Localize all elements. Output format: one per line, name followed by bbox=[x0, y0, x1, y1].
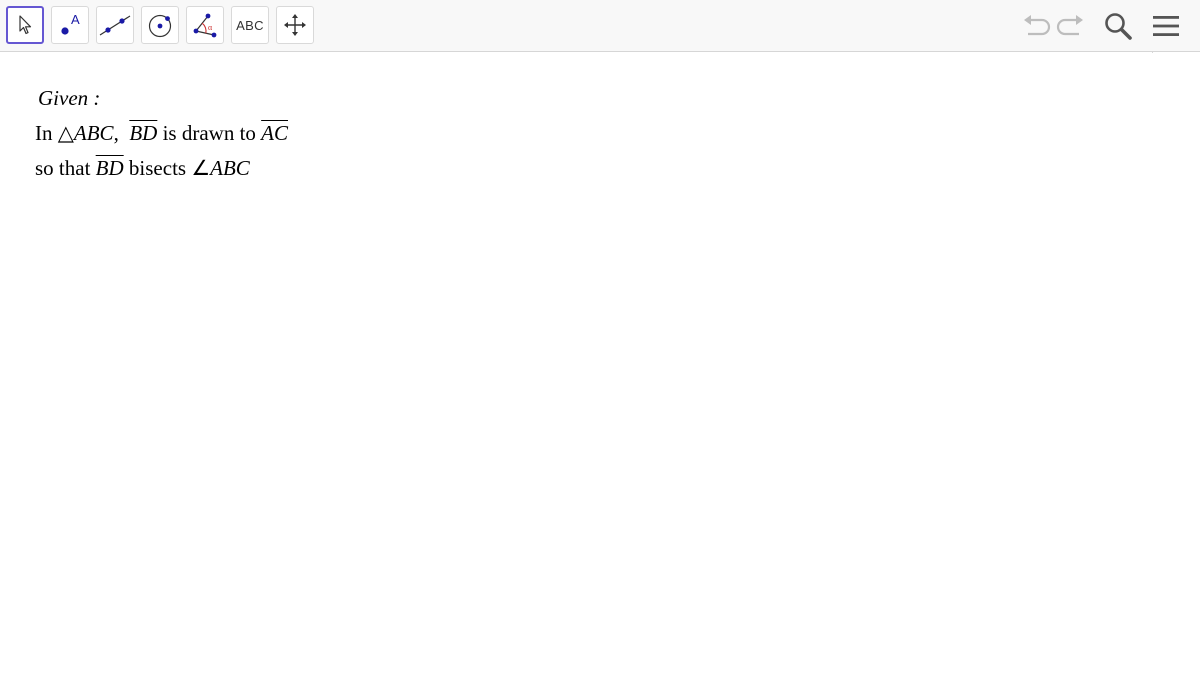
given-line-1: In △ABC, BD is drawn to AC bbox=[35, 116, 288, 151]
angle-tool-label: α bbox=[208, 23, 213, 32]
line1-in-triangle: In △ bbox=[35, 121, 74, 145]
line-tool-button[interactable] bbox=[96, 6, 134, 44]
angle-name: ABC bbox=[210, 156, 250, 180]
text-tool-button[interactable]: ABC bbox=[231, 6, 269, 44]
point-tool-button[interactable]: A bbox=[51, 6, 89, 44]
menu-icon bbox=[1153, 16, 1179, 36]
line2-bisects: bisects ∠ bbox=[128, 156, 211, 180]
toolbar: A α ABC bbox=[0, 0, 1200, 52]
move-arrows-icon bbox=[284, 14, 306, 36]
cursor-arrow-icon bbox=[19, 15, 32, 35]
segment-ac: AC bbox=[261, 121, 288, 145]
segment-bd-2: BD bbox=[95, 156, 124, 180]
line-through-points-icon bbox=[99, 15, 131, 36]
text-tool-label: ABC bbox=[236, 17, 264, 33]
given-label: Given : bbox=[38, 86, 101, 110]
search-button[interactable] bbox=[1101, 8, 1135, 44]
given-text-object[interactable]: Given : In △ABC, BD is drawn to AC so th… bbox=[35, 81, 288, 186]
move-tool-button[interactable] bbox=[6, 6, 44, 44]
graphics-view[interactable]: Given : In △ABC, BD is drawn to AC so th… bbox=[0, 53, 1200, 700]
undo-button[interactable] bbox=[1018, 8, 1052, 44]
undo-icon bbox=[1024, 15, 1051, 36]
line2-so-that: so that bbox=[35, 156, 91, 180]
point-icon: A bbox=[61, 12, 80, 35]
line1-comma: , bbox=[113, 121, 119, 145]
circle-center-point-icon bbox=[148, 14, 172, 38]
segment-bd: BD bbox=[129, 121, 158, 145]
redo-icon bbox=[1056, 15, 1083, 36]
angle-icon: α bbox=[193, 13, 217, 38]
point-tool-label: A bbox=[71, 12, 80, 27]
move-view-tool-button[interactable] bbox=[276, 6, 314, 44]
redo-button[interactable] bbox=[1055, 8, 1089, 44]
search-icon bbox=[1105, 13, 1132, 40]
angle-tool-button[interactable]: α bbox=[186, 6, 224, 44]
triangle-name: ABC bbox=[73, 121, 114, 145]
menu-button[interactable] bbox=[1149, 8, 1183, 44]
given-line-2: so that BD bisects ∠ABC bbox=[35, 151, 288, 186]
circle-tool-button[interactable] bbox=[141, 6, 179, 44]
line1-drawn-to: is drawn to bbox=[162, 121, 256, 145]
